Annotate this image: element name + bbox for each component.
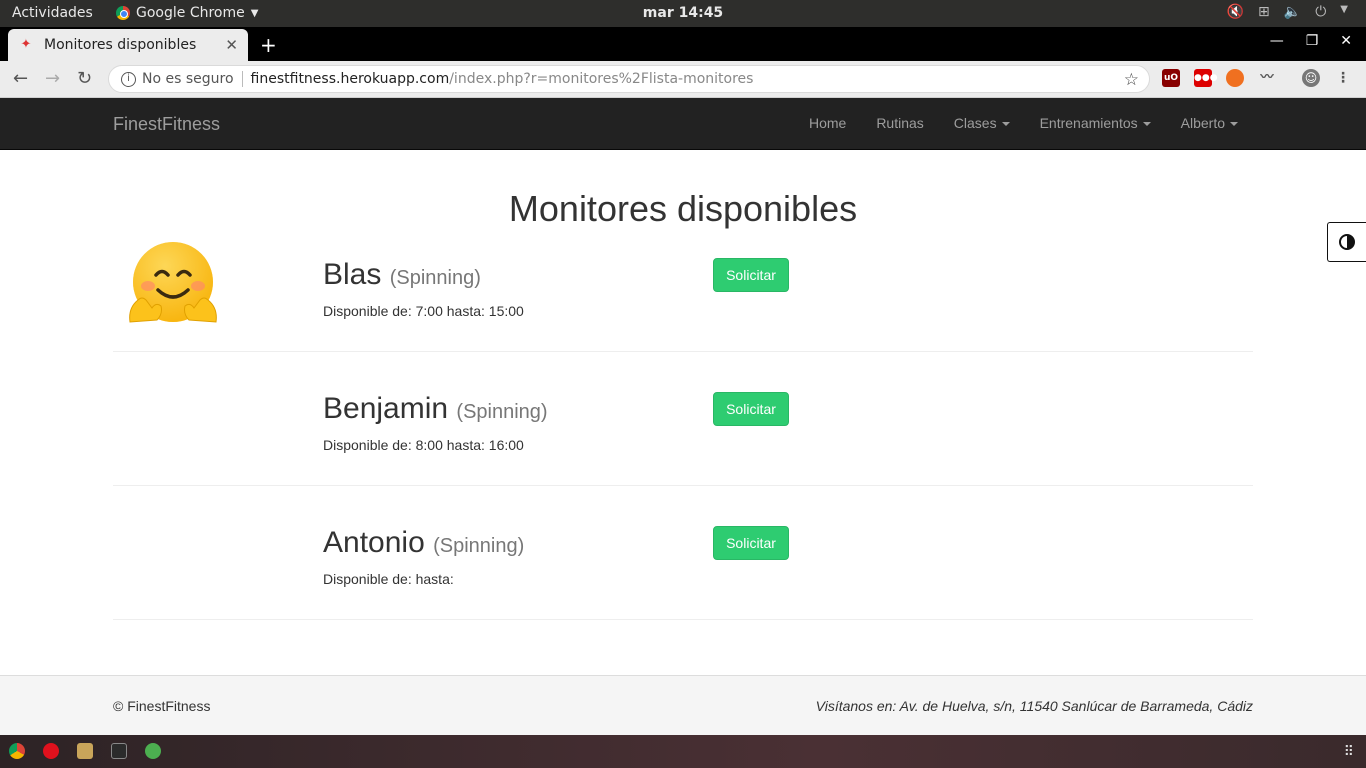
system-tray[interactable]: 🔇 ⊞ 🔈 ⏻ ▼ [1227, 4, 1348, 20]
network-icon[interactable]: ⊞ [1258, 4, 1270, 20]
caret-down-icon [1230, 122, 1238, 127]
hugging-face-avatar [129, 242, 217, 323]
monitor-specialty: (Spinning) [433, 535, 525, 557]
contrast-toggle-button[interactable] [1327, 222, 1366, 262]
nav-label: Entrenamientos [1039, 115, 1138, 131]
url-host: finestfitness.herokuapp.com [250, 71, 450, 87]
nav-menu: Home Rutinas Clases Entrenamientos Alber… [794, 98, 1253, 150]
nav-label: Alberto [1180, 115, 1225, 131]
new-tab-button[interactable]: + [260, 33, 277, 57]
tab-strip: ✦ Monitores disponibles ✕ + — ❐ ✕ [0, 27, 1366, 61]
caret-down-icon [1001, 122, 1010, 127]
monitor-name-text: Benjamin [323, 392, 449, 425]
nav-home[interactable]: Home [794, 98, 861, 150]
divider [241, 71, 243, 87]
forward-arrow-icon[interactable]: → [45, 68, 60, 89]
monitor-availability: Disponible de: hasta: [323, 571, 454, 587]
chevron-down-icon[interactable]: ▼ [1340, 4, 1348, 20]
close-tab-icon[interactable]: ✕ [225, 36, 238, 54]
nav-rutinas[interactable]: Rutinas [861, 98, 938, 150]
volume-icon[interactable]: 🔈 [1284, 4, 1301, 20]
back-arrow-icon[interactable]: ← [13, 68, 28, 89]
monitor-name-text: Blas [323, 258, 382, 291]
system-top-bar: Actividades Google Chrome ▼ mar 14:45 🔇 … [0, 0, 1366, 27]
minimize-icon[interactable]: — [1270, 33, 1284, 49]
files-dock-icon[interactable] [77, 743, 93, 759]
solicitar-button[interactable]: Solicitar [713, 392, 789, 426]
extension-orange-icon[interactable] [1226, 69, 1244, 87]
clock[interactable]: mar 14:45 [0, 5, 1366, 21]
url-path: /index.php?r=monitores%2Flista-monitores [449, 71, 754, 87]
monitor-name: Blas (Spinning) [323, 258, 481, 292]
close-window-icon[interactable]: ✕ [1340, 33, 1352, 49]
info-icon[interactable]: i [121, 71, 136, 87]
ublock-icon[interactable]: uO [1162, 69, 1180, 87]
monitor-item: Benjamin (Spinning) Disponible de: 8:00 … [113, 352, 1253, 486]
profile-avatar-icon[interactable]: ☺ [1302, 69, 1320, 87]
menu-kebab-icon[interactable]: ⋮ [1334, 69, 1352, 87]
monitor-specialty: (Spinning) [389, 267, 481, 289]
monitor-item: Antonio (Spinning) Disponible de: hasta:… [113, 486, 1253, 620]
monitor-name: Antonio (Spinning) [323, 526, 524, 560]
nav-clases-dropdown[interactable]: Clases [939, 98, 1025, 150]
monitor-availability: Disponible de: 7:00 hasta: 15:00 [323, 303, 524, 319]
taskbar-dock: ⠿ [0, 735, 1366, 768]
solicitar-button[interactable]: Solicitar [713, 258, 789, 292]
favicon-icon: ✦ [20, 37, 32, 52]
app-grid-icon[interactable]: ⠿ [1344, 744, 1354, 760]
terminal-dock-icon[interactable] [111, 743, 127, 759]
site-navbar: FinestFitness Home Rutinas Clases Entren… [0, 98, 1366, 150]
copyright: © FinestFitness [113, 698, 211, 714]
browser-toolbar: ← → ↻ i No es seguro finestfitness.herok… [0, 61, 1366, 98]
reload-icon[interactable]: ↻ [77, 68, 92, 89]
address-bar[interactable]: i No es seguro finestfitness.herokuapp.c… [108, 65, 1150, 93]
power-icon[interactable]: ⏻ [1315, 4, 1326, 20]
solicitar-button[interactable]: Solicitar [713, 526, 789, 560]
nav-label: Clases [953, 115, 997, 131]
monitor-item: Blas (Spinning) Disponible de: 7:00 hast… [113, 218, 1253, 352]
monitor-name-text: Antonio [323, 526, 425, 559]
opera-dock-icon[interactable] [43, 743, 59, 759]
extension-wave-icon[interactable]: 〰 [1258, 69, 1276, 87]
footer: © FinestFitness Visítanos en: Av. de Hue… [0, 675, 1366, 735]
monitor-specialty: (Spinning) [456, 401, 548, 423]
window-controls: — ❐ ✕ [1270, 33, 1352, 49]
maximize-icon[interactable]: ❐ [1306, 33, 1319, 49]
brand-link[interactable]: FinestFitness [113, 114, 220, 135]
nav-label: Rutinas [876, 115, 924, 131]
nav-user-dropdown[interactable]: Alberto [1166, 98, 1253, 150]
nav-label: Home [808, 115, 847, 131]
caret-down-icon [1142, 122, 1151, 127]
monitor-name: Benjamin (Spinning) [323, 392, 548, 426]
tab-monitores[interactable]: ✦ Monitores disponibles ✕ [8, 29, 248, 61]
mute-icon[interactable]: 🔇 [1227, 4, 1244, 20]
contrast-icon [1339, 234, 1355, 250]
monitor-availability: Disponible de: 8:00 hasta: 16:00 [323, 437, 524, 453]
bookmark-star-icon[interactable]: ☆ [1124, 70, 1139, 90]
app-dock-icon[interactable] [145, 743, 161, 759]
extension-red-icon[interactable]: ●●● [1194, 69, 1218, 87]
chrome-dock-icon[interactable] [9, 743, 25, 759]
address: Visítanos en: Av. de Huelva, s/n, 11540 … [815, 698, 1253, 714]
tab-title: Monitores disponibles [44, 37, 197, 53]
security-label: No es seguro [142, 71, 234, 87]
nav-entrenamientos-dropdown[interactable]: Entrenamientos [1025, 98, 1166, 150]
